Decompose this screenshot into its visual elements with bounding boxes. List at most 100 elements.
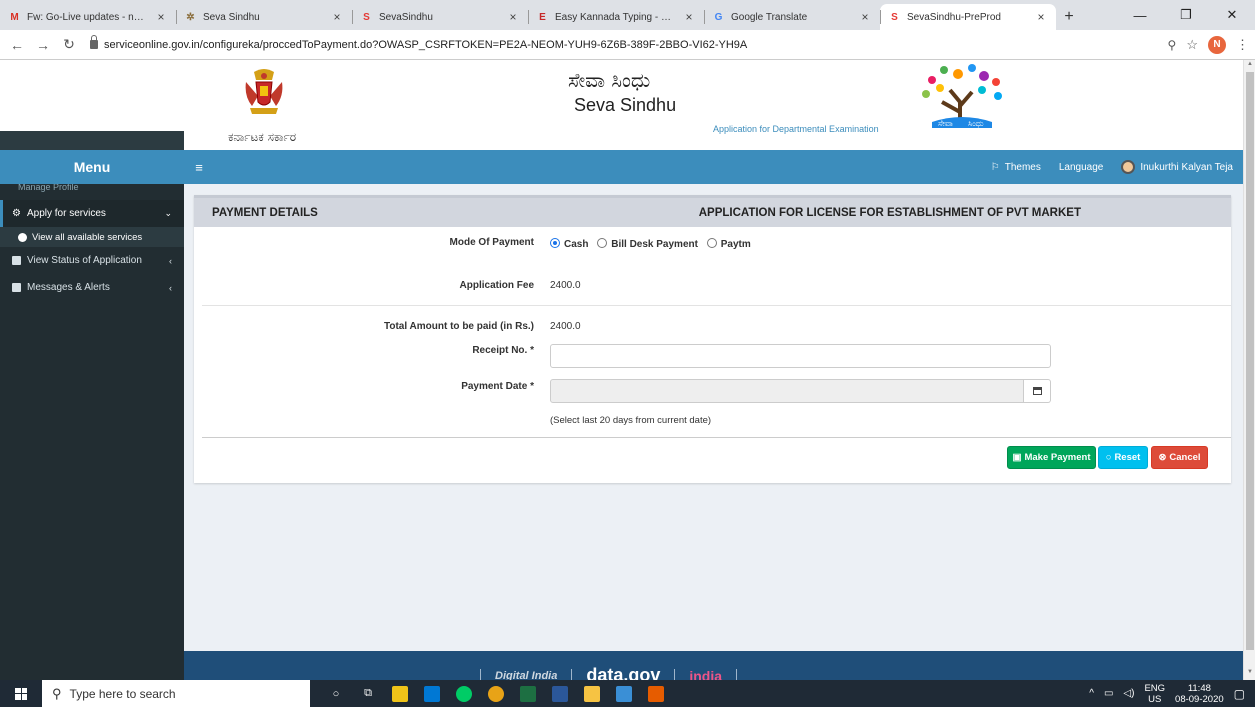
panel-header: PAYMENT DETAILS APPLICATION FOR LICENSE … bbox=[194, 195, 1231, 227]
radio-button-icon bbox=[706, 238, 717, 248]
tab-favicon-icon: G bbox=[714, 11, 723, 23]
forward-icon[interactable]: → bbox=[32, 34, 54, 56]
brand-english: Seva Sindhu bbox=[574, 95, 677, 115]
chevron-left-icon: ‹ bbox=[169, 282, 172, 293]
browser-tab[interactable]: E Easy Kannada Typing - English × bbox=[528, 4, 704, 30]
divider bbox=[480, 668, 481, 680]
svg-text:ಸಿಂಧು: ಸಿಂಧು bbox=[968, 119, 984, 128]
back-icon[interactable]: ← bbox=[6, 34, 28, 56]
browser-menu-icon[interactable]: ⋮ bbox=[1236, 37, 1249, 53]
mail-icon[interactable] bbox=[424, 685, 440, 702]
taskbar-search[interactable]: ⚲ Type here to search bbox=[42, 680, 310, 707]
store-icon[interactable] bbox=[392, 685, 408, 702]
payment-mode-group: Cash Bill Desk Payment Paytm bbox=[550, 238, 757, 250]
sidebar-subitem-view-all-services[interactable]: View all available services bbox=[0, 227, 184, 247]
edge-icon[interactable] bbox=[456, 685, 472, 702]
zoom-icon[interactable]: ⚲ bbox=[1168, 38, 1177, 52]
tab-favicon-icon: S bbox=[363, 11, 370, 23]
chrome-icon[interactable] bbox=[488, 685, 504, 702]
divider bbox=[571, 668, 573, 680]
radio-paytm[interactable]: Paytm bbox=[706, 238, 757, 250]
payment-date-input[interactable] bbox=[550, 379, 1024, 403]
clock[interactable]: 11:48 08-09-2020 bbox=[1175, 683, 1224, 705]
sidebar-item-manage-profile[interactable]: Manage Profile bbox=[0, 184, 184, 198]
notification-icon[interactable]: ▢ bbox=[1234, 687, 1245, 701]
sidebar-item-view-status[interactable]: View Status of Application ‹ bbox=[0, 247, 184, 274]
task-view-icon[interactable]: ⧉ bbox=[360, 686, 376, 702]
close-tab-icon[interactable]: × bbox=[858, 10, 872, 24]
volume-icon[interactable]: ◁) bbox=[1123, 688, 1134, 699]
themes-menu[interactable]: ⚐ Themes bbox=[991, 162, 1041, 173]
excel-icon[interactable] bbox=[520, 685, 536, 702]
message-icon bbox=[12, 283, 21, 292]
sidebar-top-strip bbox=[0, 131, 184, 150]
language-menu[interactable]: Language bbox=[1059, 162, 1104, 173]
karnataka-emblem-icon bbox=[245, 69, 283, 114]
themes-label: Themes bbox=[1004, 161, 1041, 173]
sidebar-item-messages[interactable]: Messages & Alerts ‹ bbox=[0, 274, 184, 301]
page-scrollbar[interactable]: ▲ ▼ bbox=[1243, 60, 1255, 680]
close-tab-icon[interactable]: × bbox=[506, 10, 520, 24]
radio-cash[interactable]: Cash bbox=[550, 238, 594, 250]
application-fee-label: Application Fee bbox=[459, 280, 534, 291]
reload-icon[interactable]: ↻ bbox=[58, 34, 80, 56]
footer-logos-band: Digital India data.gov india bbox=[184, 651, 1243, 680]
chevron-left-icon: ‹ bbox=[169, 255, 172, 266]
top-navbar: ≡ ⚐ Themes Language Inukurthi Kalyan Tej… bbox=[184, 150, 1243, 184]
payment-panel: PAYMENT DETAILS APPLICATION FOR LICENSE … bbox=[194, 195, 1231, 483]
chevron-down-icon: ⌄ bbox=[164, 208, 172, 218]
scroll-up-icon[interactable]: ▲ bbox=[1244, 61, 1255, 71]
paint-icon[interactable] bbox=[648, 685, 664, 702]
site-header: ಕರ್ನಾಟಕ ಸರ್ಕಾರ ಸೇವಾ ಸಿಂಧು Seva Sindhu Ap… bbox=[0, 60, 1243, 150]
close-tab-icon[interactable]: × bbox=[154, 10, 168, 24]
cancel-button[interactable]: ⊗ Cancel bbox=[1151, 446, 1208, 469]
network-icon[interactable]: ▭ bbox=[1104, 688, 1113, 699]
circle-arrow-icon bbox=[18, 232, 27, 242]
hamburger-icon[interactable]: ≡ bbox=[184, 160, 214, 175]
browser-tab[interactable]: S SevaSindhu × bbox=[352, 4, 528, 30]
sidebar-item-label: Apply for services bbox=[26, 208, 106, 219]
browser-tab[interactable]: M Fw: Go-Live updates - nageshn × bbox=[0, 4, 176, 30]
close-tab-icon[interactable]: × bbox=[1034, 10, 1048, 24]
close-tab-icon[interactable]: × bbox=[330, 10, 344, 24]
total-amount-value: 2400.0 bbox=[550, 321, 581, 332]
minimize-icon[interactable]: — bbox=[1117, 0, 1163, 30]
user-menu[interactable]: Inukurthi Kalyan Teja bbox=[1121, 160, 1233, 174]
tab-favicon-icon: S bbox=[891, 11, 898, 23]
close-tab-icon[interactable]: × bbox=[682, 10, 696, 24]
close-window-icon[interactable]: ✕ bbox=[1209, 0, 1255, 30]
menu-header: Menu bbox=[0, 150, 184, 184]
application-fee-value: 2400.0 bbox=[550, 280, 581, 291]
scroll-thumb[interactable] bbox=[1246, 72, 1254, 650]
sidebar-item-apply-services[interactable]: ⚙ Apply for services ⌄ bbox=[0, 200, 184, 227]
browser-tab[interactable]: S SevaSindhu-PreProd × bbox=[880, 4, 1056, 30]
profile-avatar[interactable]: N bbox=[1208, 35, 1226, 54]
cortana-icon[interactable]: ○ bbox=[328, 686, 344, 702]
radio-bill-desk[interactable]: Bill Desk Payment bbox=[597, 238, 704, 250]
make-payment-button[interactable]: ▣ Make Payment bbox=[1007, 446, 1096, 469]
browser-tab[interactable]: ✲ Seva Sindhu × bbox=[176, 4, 352, 30]
window-controls: — ❐ ✕ bbox=[1117, 0, 1255, 30]
cancel-circle-icon: ⊗ bbox=[1158, 452, 1167, 463]
restore-icon[interactable]: ❐ bbox=[1163, 0, 1209, 30]
new-tab-button[interactable]: + bbox=[1056, 4, 1082, 30]
scroll-down-icon[interactable]: ▼ bbox=[1244, 669, 1255, 679]
calendar-button[interactable] bbox=[1024, 379, 1051, 403]
tray-chevron-icon[interactable]: ^ bbox=[1089, 688, 1094, 699]
app-icon[interactable] bbox=[616, 685, 632, 702]
start-button[interactable] bbox=[0, 680, 42, 707]
radio-button-icon bbox=[550, 238, 560, 248]
panel-title-right: APPLICATION FOR LICENSE FOR ESTABLISHMEN… bbox=[698, 206, 1081, 219]
file-explorer-icon[interactable] bbox=[584, 685, 600, 702]
svg-text:ಸೇವಾ: ಸೇವಾ bbox=[938, 119, 953, 128]
receipt-no-input[interactable] bbox=[550, 344, 1051, 368]
input-language[interactable]: ENG US bbox=[1144, 683, 1165, 705]
browser-tab[interactable]: G Google Translate × bbox=[704, 4, 880, 30]
url-field[interactable]: serviceonline.gov.in/configureka/procced… bbox=[84, 33, 1164, 57]
india-gov-logo: india bbox=[689, 667, 723, 681]
word-icon[interactable] bbox=[552, 685, 568, 702]
bookmark-star-icon[interactable]: ☆ bbox=[1186, 37, 1198, 53]
reset-button[interactable]: ○ Reset bbox=[1098, 446, 1148, 469]
refresh-icon: ○ bbox=[1105, 452, 1112, 463]
tab-favicon-icon: M bbox=[10, 11, 19, 23]
